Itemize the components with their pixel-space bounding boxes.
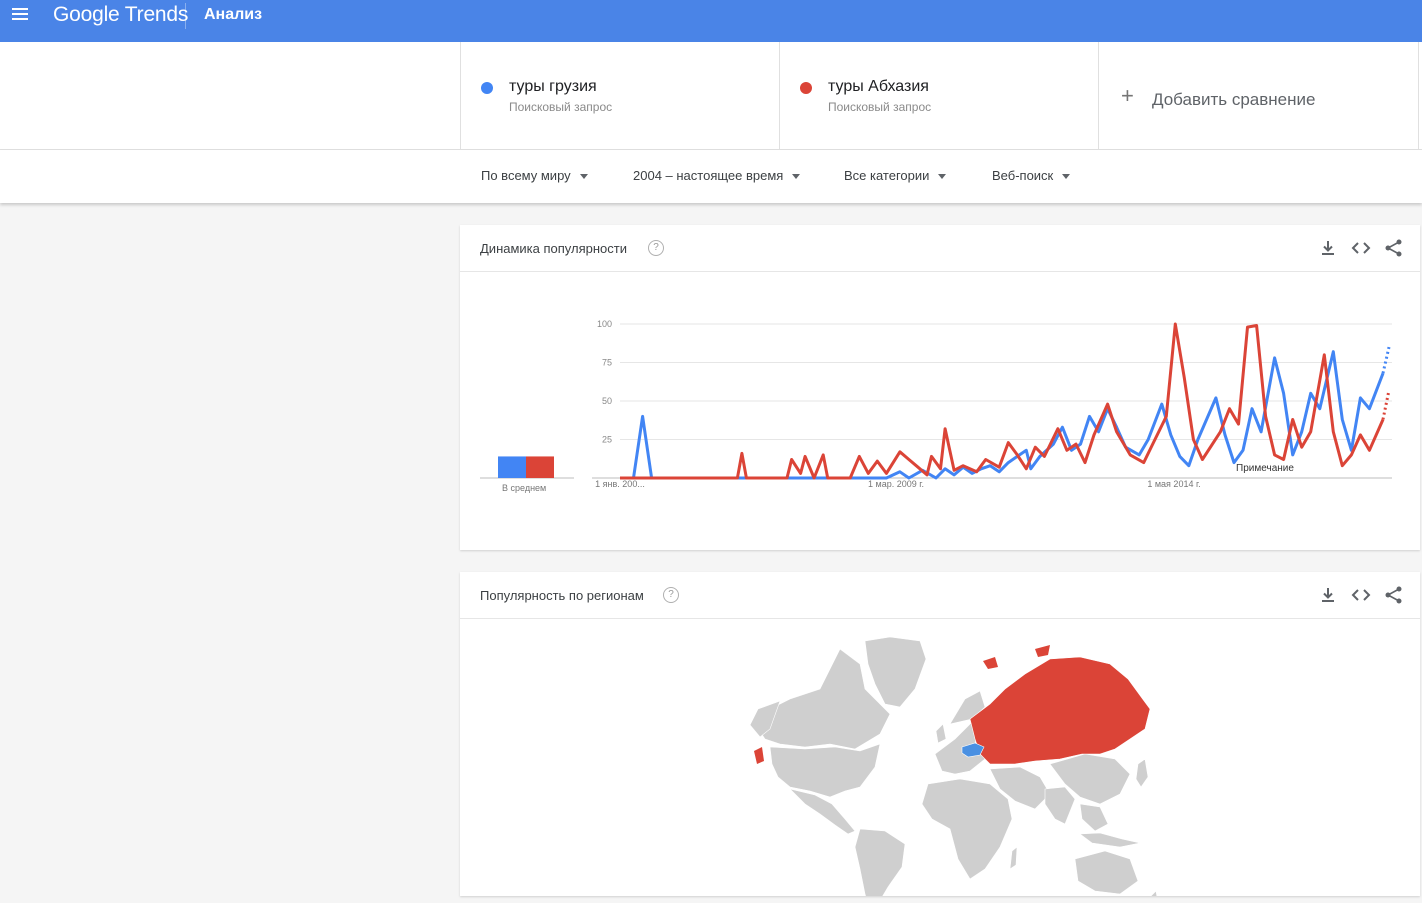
filter-bar: По всему миру 2004 – настоящее время Все…	[0, 150, 1422, 203]
compare-term-1[interactable]: туры грузия Поисковый запрос	[460, 42, 779, 149]
region-filter-label: По всему миру	[481, 168, 571, 183]
world-map[interactable]	[460, 619, 1420, 896]
average-bar	[526, 456, 554, 478]
map-region-southeast-asia	[1079, 803, 1109, 832]
embed-icon[interactable]	[1350, 237, 1372, 259]
chevron-down-icon	[1062, 174, 1071, 180]
term-2-name: туры Абхазия	[828, 78, 929, 95]
chevron-down-icon	[792, 174, 801, 180]
map-region-new-zealand	[1150, 890, 1158, 896]
series-partial-line	[1381, 346, 1391, 374]
compare-terms-bar: туры грузия Поисковый запрос туры Абхази…	[0, 42, 1422, 150]
category-filter-label: Все категории	[844, 168, 930, 183]
map-region-australia	[1074, 850, 1139, 895]
menu-icon[interactable]	[12, 8, 28, 20]
top-app-bar: Google Trends Анализ	[0, 0, 1422, 42]
chevron-down-icon	[938, 174, 947, 180]
term-1-color-dot	[481, 82, 493, 94]
add-comparison-label: Добавить сравнение	[1152, 90, 1316, 109]
x-tick-label: 1 мая 2014 г.	[1147, 479, 1200, 489]
search-type-filter-label: Веб-поиск	[992, 168, 1054, 183]
interest-card-title: Динамика популярности	[480, 241, 627, 256]
x-tick-label: 1 мар. 2009 г.	[868, 479, 924, 489]
y-tick-label: 25	[602, 435, 612, 445]
average-bars	[480, 456, 574, 479]
time-filter-dropdown[interactable]: 2004 – настоящее время	[633, 168, 801, 183]
y-tick-label: 50	[602, 396, 612, 406]
search-type-filter-dropdown[interactable]: Веб-поиск	[992, 168, 1071, 183]
share-icon[interactable]	[1383, 237, 1405, 259]
map-region-south-america	[854, 828, 906, 896]
region-card-title: Популярность по регионам	[480, 588, 644, 603]
x-tick-label: 1 янв. 200...	[595, 479, 645, 489]
map-region-central-america	[789, 788, 856, 835]
download-icon[interactable]	[1317, 237, 1339, 259]
download-icon[interactable]	[1317, 584, 1339, 606]
region-filter-dropdown[interactable]: По всему миру	[481, 168, 588, 183]
add-comparison-button[interactable]: + Добавить сравнение	[1098, 42, 1419, 149]
map-region-indonesia	[1079, 832, 1141, 848]
series-partial-line	[1381, 389, 1391, 420]
embed-icon[interactable]	[1350, 584, 1372, 606]
map-region-africa	[921, 778, 1013, 880]
map-region-india	[1044, 786, 1076, 825]
time-filter-label: 2004 – настоящее время	[633, 168, 784, 183]
map-region-madagascar	[1009, 846, 1018, 870]
term-2-color-dot	[800, 82, 812, 94]
map-region-chukotka	[754, 747, 764, 764]
logo-google-text: Google	[53, 3, 120, 26]
card-header: Динамика популярности ?	[460, 225, 1420, 272]
interest-line-chart: 25 50 75 100 1 янв. 200... 1 мар. 2009 г. 1…	[480, 319, 1392, 489]
average-bar	[498, 456, 526, 478]
term-1-type: Поисковый запрос	[509, 100, 613, 114]
chart-grid: 25 50 75 100	[592, 319, 1392, 479]
map-region-usa	[769, 743, 881, 798]
logo-trends-text: Trends	[124, 3, 189, 26]
interest-over-time-card: Динамика популярности ? 25 50 75 100 1 янв.…	[460, 225, 1420, 550]
average-label: В среднем	[502, 483, 547, 493]
interest-by-region-card: Популярность по регионам ?	[460, 572, 1420, 896]
term-2-type: Поисковый запрос	[828, 100, 932, 114]
plus-icon: +	[1121, 83, 1134, 108]
header-divider	[185, 3, 186, 29]
share-icon[interactable]	[1383, 584, 1405, 606]
google-trends-logo[interactable]: Google Trends	[53, 3, 188, 27]
page-title: Анализ	[204, 6, 263, 23]
map-region-greenland	[864, 636, 927, 708]
y-tick-label: 100	[597, 319, 612, 329]
term-1-name: туры грузия	[509, 78, 597, 95]
chart-note-label[interactable]: Примечание	[1236, 463, 1294, 474]
help-icon[interactable]: ?	[663, 587, 679, 603]
card-header: Популярность по регионам ?	[460, 572, 1420, 619]
map-region-uk	[935, 723, 947, 744]
category-filter-dropdown[interactable]: Все категории	[844, 168, 947, 183]
chevron-down-icon	[579, 174, 588, 180]
map-region-japan	[1135, 758, 1149, 788]
map-region-russia	[969, 656, 1151, 765]
help-icon[interactable]: ?	[648, 240, 664, 256]
compare-term-2[interactable]: туры Абхазия Поисковый запрос	[779, 42, 1098, 149]
y-tick-label: 75	[602, 358, 612, 368]
